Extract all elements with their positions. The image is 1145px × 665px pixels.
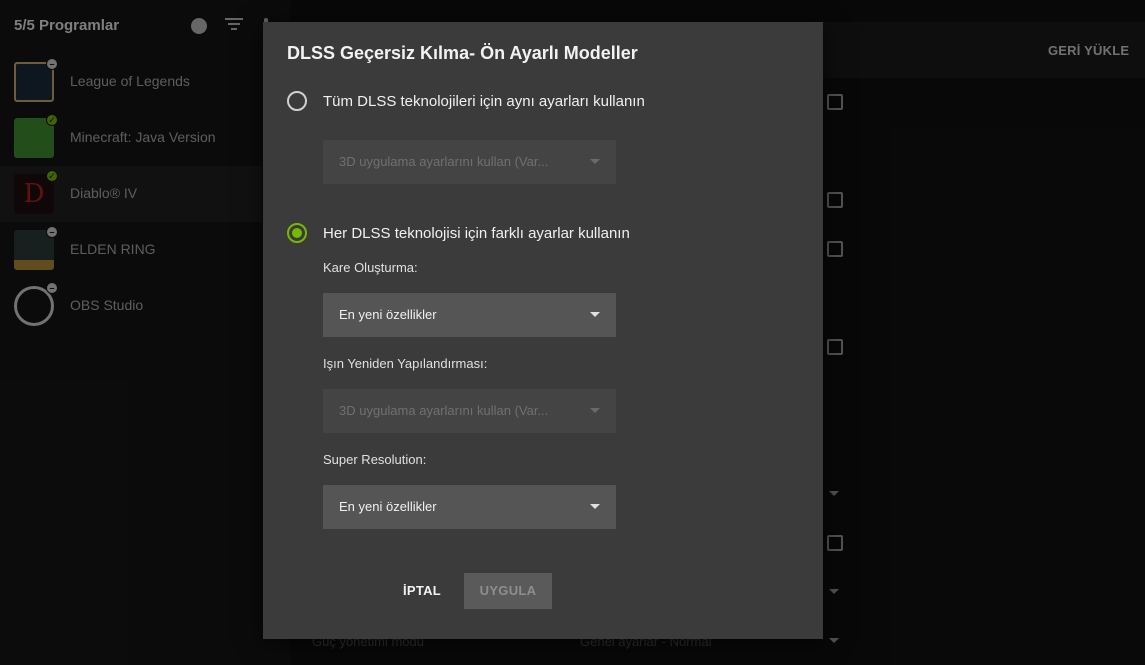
app-window: 5/5 Programlar – League of Legends ✓ Min…	[0, 0, 1145, 665]
cancel-button[interactable]: İPTAL	[390, 573, 454, 609]
radio-different-settings[interactable]	[287, 223, 307, 243]
radio-same-settings[interactable]	[287, 91, 307, 111]
apply-button[interactable]: UYGULA	[464, 573, 552, 609]
super-resolution-select[interactable]: En yeni özellikler	[323, 485, 616, 529]
same-settings-select: 3D uygulama ayarlarını kullan (Var...	[323, 140, 616, 184]
select-value: 3D uygulama ayarlarını kullan (Var...	[339, 154, 549, 169]
chevron-down-icon	[590, 504, 600, 509]
select-value: En yeni özellikler	[339, 307, 437, 322]
chevron-down-icon	[590, 408, 600, 413]
select-value: 3D uygulama ayarlarını kullan (Var...	[339, 403, 549, 418]
frame-generation-label: Kare Oluşturma:	[323, 260, 418, 275]
radio-different-settings-label[interactable]: Her DLSS teknolojisi için farklı ayarlar…	[323, 225, 630, 242]
select-value: En yeni özellikler	[339, 499, 437, 514]
super-resolution-label: Super Resolution:	[323, 452, 427, 467]
chevron-down-icon	[590, 159, 600, 164]
dlss-override-dialog: DLSS Geçersiz Kılma- Ön Ayarlı Modeller …	[263, 22, 823, 639]
chevron-down-icon	[590, 312, 600, 317]
dialog-title: DLSS Geçersiz Kılma- Ön Ayarlı Modeller	[287, 43, 638, 63]
ray-reconstruction-select: 3D uygulama ayarlarını kullan (Var...	[323, 389, 616, 433]
frame-generation-select[interactable]: En yeni özellikler	[323, 293, 616, 337]
ray-reconstruction-label: Işın Yeniden Yapılandırması:	[323, 356, 488, 371]
radio-same-settings-label[interactable]: Tüm DLSS teknolojileri için aynı ayarlar…	[323, 93, 645, 110]
